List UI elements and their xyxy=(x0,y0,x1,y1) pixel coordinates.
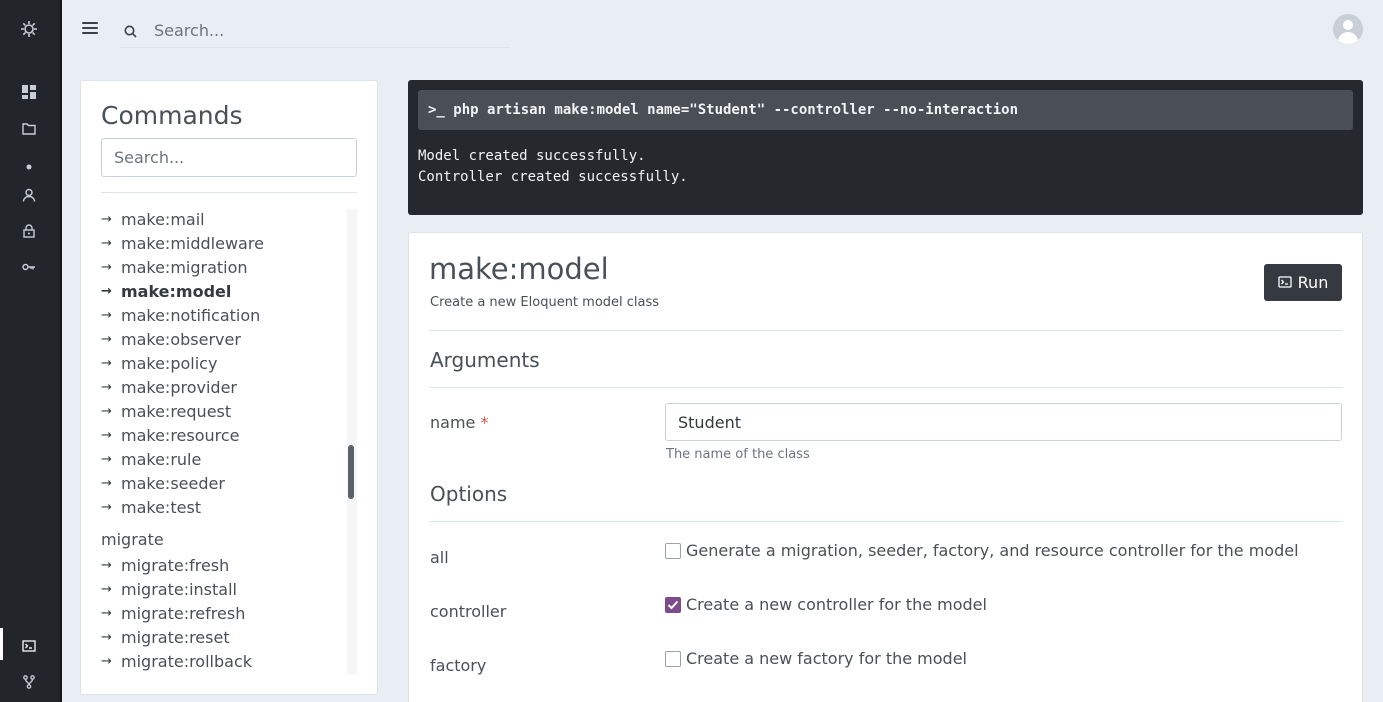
command-item[interactable]: → make:request xyxy=(101,399,341,423)
menu-toggle-icon[interactable] xyxy=(82,22,98,36)
arrow-icon: → xyxy=(101,235,112,251)
folder-icon[interactable] xyxy=(0,114,58,144)
option-controller[interactable]: Create a new controller for the model xyxy=(665,595,987,614)
top-search-input[interactable] xyxy=(154,18,494,42)
arrow-icon: → xyxy=(101,403,112,419)
arrow-icon: → xyxy=(101,355,112,371)
arrow-icon: → xyxy=(101,629,112,645)
arrow-icon: → xyxy=(101,211,112,227)
arrow-icon: → xyxy=(101,451,112,467)
terminal-output: >_ php artisan make:model name="Student"… xyxy=(408,80,1363,215)
command-item[interactable]: → make:middleware xyxy=(101,231,341,255)
lock-icon[interactable] xyxy=(0,216,58,246)
option-label-controller: controller xyxy=(430,602,507,621)
option-label-factory: factory xyxy=(430,656,487,675)
command-item[interactable]: → make:observer xyxy=(101,327,341,351)
avatar[interactable] xyxy=(1333,14,1363,44)
command-item[interactable]: → make:resource xyxy=(101,423,341,447)
options-title: Options xyxy=(430,482,508,506)
arrow-icon: → xyxy=(101,557,112,573)
commands-search-input[interactable] xyxy=(101,138,357,177)
command-item[interactable]: → migrate:rollback xyxy=(101,649,341,673)
scrollbar-thumb[interactable] xyxy=(348,445,354,499)
terminal-icon[interactable] xyxy=(0,631,58,661)
divider xyxy=(429,521,1342,522)
required-mark: * xyxy=(480,413,489,432)
command-item[interactable]: → make:mail xyxy=(101,207,341,231)
arrow-icon: → xyxy=(101,605,112,621)
arrow-icon: → xyxy=(101,499,112,515)
terminal-command: >_ php artisan make:model name="Student"… xyxy=(418,90,1353,130)
command-item[interactable]: → make:seeder xyxy=(101,471,341,495)
terminal-icon xyxy=(1278,273,1292,292)
command-item[interactable]: → migrate:install xyxy=(101,577,341,601)
scrollbar-track[interactable] xyxy=(347,209,357,675)
command-group-title: migrate xyxy=(101,530,164,549)
command-item[interactable]: → make:migration xyxy=(101,255,341,279)
commands-title: Commands xyxy=(101,101,243,130)
app-logo-icon[interactable] xyxy=(0,14,58,44)
terminal-result: Model created successfully. Controller cr… xyxy=(418,148,688,185)
arrow-icon: → xyxy=(101,475,112,491)
command-item[interactable]: → make:notification xyxy=(101,303,341,327)
top-bar xyxy=(62,0,1383,60)
command-item[interactable]: → migrate:refresh xyxy=(101,601,341,625)
commands-panel: Commands →make:mail →make:middleware →ma… xyxy=(80,80,378,695)
arrow-icon: → xyxy=(101,653,112,669)
option-label-all: all xyxy=(430,548,449,567)
run-button[interactable]: Run xyxy=(1264,264,1342,301)
check-icon xyxy=(667,600,679,609)
commands-list: → make:mail → make:middleware → make:migrat… xyxy=(101,207,341,677)
arrow-icon: → xyxy=(101,283,112,299)
key-icon[interactable] xyxy=(0,252,58,282)
run-label: Run xyxy=(1297,273,1329,292)
name-input[interactable] xyxy=(665,403,1342,441)
command-item[interactable]: → make:rule xyxy=(101,447,341,471)
git-branch-icon[interactable] xyxy=(0,667,58,697)
arrow-icon: → xyxy=(101,307,112,323)
arguments-title: Arguments xyxy=(430,348,540,372)
name-label: name * xyxy=(430,413,489,432)
command-item[interactable]: → make:policy xyxy=(101,351,341,375)
checkbox-checked[interactable] xyxy=(665,596,681,613)
divider xyxy=(101,192,357,193)
arrow-icon: → xyxy=(101,259,112,275)
command-description: Create a new Eloquent model class xyxy=(430,295,660,310)
user-icon[interactable] xyxy=(0,180,58,210)
name-help: The name of the class xyxy=(666,447,810,462)
command-detail-panel: make:model Create a new Eloquent model c… xyxy=(408,232,1363,702)
arrow-icon: → xyxy=(101,581,112,597)
top-search xyxy=(120,12,510,48)
command-title: make:model xyxy=(429,252,609,286)
divider xyxy=(429,330,1342,331)
dot-icon[interactable] xyxy=(0,152,58,182)
command-item[interactable]: → make:test xyxy=(101,495,341,519)
option-factory[interactable]: Create a new factory for the model xyxy=(665,649,967,668)
arrow-icon: → xyxy=(101,379,112,395)
divider xyxy=(429,387,1342,388)
dashboard-icon[interactable] xyxy=(0,77,58,107)
checkbox[interactable] xyxy=(665,542,681,559)
option-all[interactable]: Generate a migration, seeder, factory, a… xyxy=(665,541,1299,560)
search-icon xyxy=(124,23,137,42)
arrow-icon: → xyxy=(101,331,112,347)
command-item[interactable]: → migrate:reset xyxy=(101,625,341,649)
arrow-icon: → xyxy=(101,427,112,443)
command-item[interactable]: → migrate:fresh xyxy=(101,553,341,577)
command-item[interactable]: → make:provider xyxy=(101,375,341,399)
left-rail xyxy=(0,0,62,702)
command-item-active[interactable]: → make:model xyxy=(101,279,341,303)
checkbox[interactable] xyxy=(665,650,681,667)
